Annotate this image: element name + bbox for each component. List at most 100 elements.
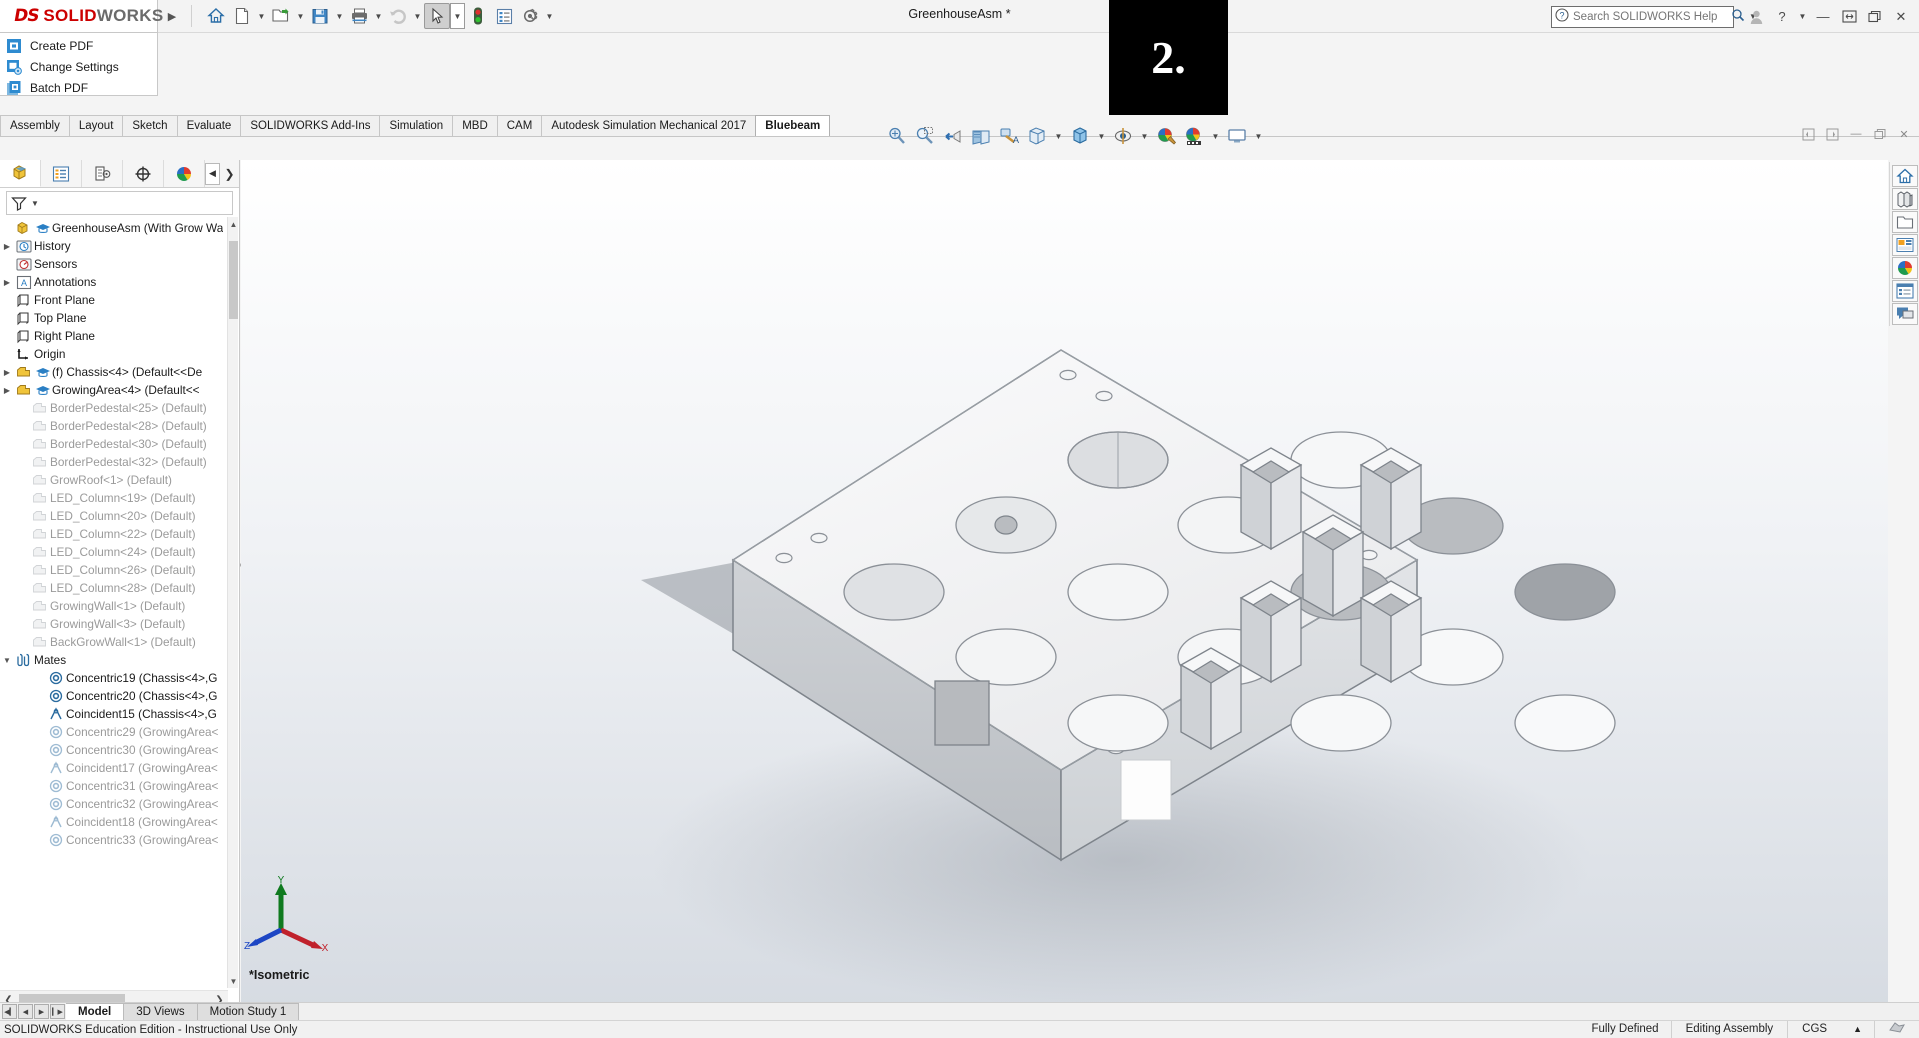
appearances-scenes-icon[interactable]: [1891, 257, 1918, 279]
view-settings-dropdown-caret-icon[interactable]: ▼: [1252, 123, 1265, 149]
tab-sketch[interactable]: Sketch: [122, 115, 178, 136]
view-orientation-dropdown-caret-icon[interactable]: ▼: [1052, 123, 1065, 149]
apply-scene-dropdown-caret-icon[interactable]: ▼: [1209, 123, 1222, 149]
search-magnifier-icon[interactable]: [1731, 8, 1745, 25]
feature-tree-item[interactable]: Front Plane: [0, 291, 227, 309]
document-close-icon[interactable]: ✕: [1895, 125, 1913, 143]
feature-tree-item[interactable]: BorderPedestal<32> (Default): [0, 453, 227, 471]
feature-tree-item[interactable]: GrowingWall<1> (Default): [0, 597, 227, 615]
save-dropdown-caret-icon[interactable]: ▼: [333, 3, 346, 29]
print-icon[interactable]: [346, 3, 372, 29]
status-overlay-icon[interactable]: [1874, 1021, 1919, 1038]
solidworks-forum-icon[interactable]: [1891, 303, 1918, 325]
display-manager-tab[interactable]: [164, 160, 205, 187]
apply-scene-icon[interactable]: [1181, 123, 1207, 149]
expand-arrow-icon[interactable]: ▶: [0, 386, 14, 395]
feature-tree-item[interactable]: GrowRoof<1> (Default): [0, 471, 227, 489]
tab-autodesk-simulation-mechanical[interactable]: Autodesk Simulation Mechanical 2017: [541, 115, 757, 136]
tab-mbd[interactable]: MBD: [452, 115, 498, 136]
feature-tree-item[interactable]: Origin: [0, 345, 227, 363]
feature-tree-item[interactable]: Coincident17 (GrowingArea<: [0, 759, 227, 777]
feature-tree-item[interactable]: LED_Column<24> (Default): [0, 543, 227, 561]
feature-tree-item[interactable]: BorderPedestal<25> (Default): [0, 399, 227, 417]
print-dropdown-caret-icon[interactable]: ▼: [372, 3, 385, 29]
feature-tree-filter[interactable]: ▼: [6, 191, 233, 215]
design-library-icon[interactable]: [1891, 188, 1918, 210]
home-icon[interactable]: [203, 3, 229, 29]
display-style-cube-icon[interactable]: [1067, 123, 1093, 149]
filter-dropdown-caret-icon[interactable]: ▼: [31, 199, 39, 208]
open-dropdown-caret-icon[interactable]: ▼: [294, 3, 307, 29]
undo-dropdown-caret-icon[interactable]: ▼: [411, 3, 424, 29]
tab-evaluate[interactable]: Evaluate: [176, 115, 242, 136]
view-orientation-paint-icon[interactable]: A: [996, 123, 1022, 149]
view-orientation-box-icon[interactable]: [1024, 123, 1050, 149]
feature-tree-item[interactable]: ▶ History: [0, 237, 227, 255]
first-tab-button[interactable]: ◀▎: [2, 1004, 17, 1019]
new-document-dropdown-caret-icon[interactable]: ▼: [255, 3, 268, 29]
feature-tree-item[interactable]: GreenhouseAsm (With Grow Wa: [0, 219, 227, 237]
graphics-viewport[interactable]: Y X Z *Isometric: [241, 160, 1888, 1010]
search-help-box[interactable]: ? ▼: [1551, 5, 1757, 28]
feature-tree-item[interactable]: LED_Column<20> (Default): [0, 507, 227, 525]
user-account-icon[interactable]: [1744, 4, 1768, 30]
feature-tree-item[interactable]: LED_Column<28> (Default): [0, 579, 227, 597]
expand-arrow-icon[interactable]: ▶: [0, 278, 14, 287]
vertical-scroll-thumb[interactable]: [229, 241, 238, 319]
feature-tree-item[interactable]: LED_Column<26> (Default): [0, 561, 227, 579]
save-icon[interactable]: [307, 3, 333, 29]
help-icon[interactable]: ?: [1770, 4, 1794, 30]
tab-assembly[interactable]: Assembly: [0, 115, 70, 136]
display-style-dropdown-caret-icon[interactable]: ▼: [1095, 123, 1108, 149]
previous-tab-button[interactable]: ◀: [18, 1004, 33, 1019]
feature-tree-item[interactable]: GrowingWall<3> (Default): [0, 615, 227, 633]
tab-bluebeam[interactable]: Bluebeam: [755, 115, 831, 136]
feature-tree-item[interactable]: BackGrowWall<1> (Default): [0, 633, 227, 651]
help-dropdown-caret-icon[interactable]: ▼: [1796, 4, 1809, 30]
menu-item-create-pdf[interactable]: Create PDF: [0, 35, 157, 56]
next-tab-button[interactable]: ▶: [34, 1004, 49, 1019]
tab-scroll-left-button[interactable]: ◀: [205, 162, 220, 185]
feature-tree-item[interactable]: BorderPedestal<28> (Default): [0, 417, 227, 435]
status-units[interactable]: CGS: [1787, 1021, 1841, 1038]
solidworks-resources-home-icon[interactable]: [1891, 165, 1918, 187]
select-cursor-icon[interactable]: [424, 3, 450, 29]
feature-tree-item[interactable]: BorderPedestal<30> (Default): [0, 435, 227, 453]
expand-arrow-icon[interactable]: ▶: [0, 242, 14, 251]
tab-model[interactable]: Model: [66, 1002, 125, 1021]
rebuild-traffic-light-icon[interactable]: [465, 3, 491, 29]
tab-layout[interactable]: Layout: [68, 115, 124, 136]
previous-view-icon[interactable]: [940, 123, 966, 149]
hide-show-dropdown-caret-icon[interactable]: ▼: [1138, 123, 1151, 149]
view-settings-monitor-icon[interactable]: [1224, 123, 1250, 149]
minimize-window-button[interactable]: —: [1811, 4, 1835, 30]
last-tab-button[interactable]: ▎▶: [50, 1004, 65, 1019]
options-list-icon[interactable]: [491, 3, 517, 29]
feature-tree-item[interactable]: Concentric31 (GrowingArea<: [0, 777, 227, 795]
select-dropdown-caret-icon[interactable]: ▼: [450, 3, 465, 29]
feature-tree-item[interactable]: LED_Column<22> (Default): [0, 525, 227, 543]
units-dropdown-caret-icon[interactable]: ▲: [1841, 1021, 1874, 1038]
custom-properties-icon[interactable]: [1891, 280, 1918, 302]
feature-tree-vertical-scrollbar[interactable]: ▲ ▼: [227, 217, 238, 988]
undo-icon[interactable]: [385, 3, 411, 29]
feature-tree-item[interactable]: Concentric33 (GrowingArea<: [0, 831, 227, 849]
feature-tree-item[interactable]: Concentric19 (Chassis<4>,G: [0, 669, 227, 687]
edit-appearance-icon[interactable]: [1153, 123, 1179, 149]
document-minimize-icon[interactable]: —: [1847, 125, 1865, 143]
feature-tree-item[interactable]: Top Plane: [0, 309, 227, 327]
scroll-up-arrow-icon[interactable]: ▲: [228, 217, 239, 231]
settings-gear-icon[interactable]: [517, 3, 543, 29]
configuration-manager-tab[interactable]: [82, 160, 123, 187]
open-folder-icon[interactable]: [268, 3, 294, 29]
feature-tree-item[interactable]: Right Plane: [0, 327, 227, 345]
restore-left-icon[interactable]: [1799, 125, 1817, 143]
feature-tree-item[interactable]: ▶ GrowingArea<4> (Default<<: [0, 381, 227, 399]
restore-window-button[interactable]: [1837, 4, 1861, 30]
feature-tree-item[interactable]: ▶ A Annotations: [0, 273, 227, 291]
close-window-button[interactable]: ✕: [1889, 4, 1913, 30]
feature-tree-item[interactable]: Concentric32 (GrowingArea<: [0, 795, 227, 813]
document-maximize-icon[interactable]: [1871, 125, 1889, 143]
hide-show-items-eye-icon[interactable]: [1110, 123, 1136, 149]
section-view-icon[interactable]: [968, 123, 994, 149]
